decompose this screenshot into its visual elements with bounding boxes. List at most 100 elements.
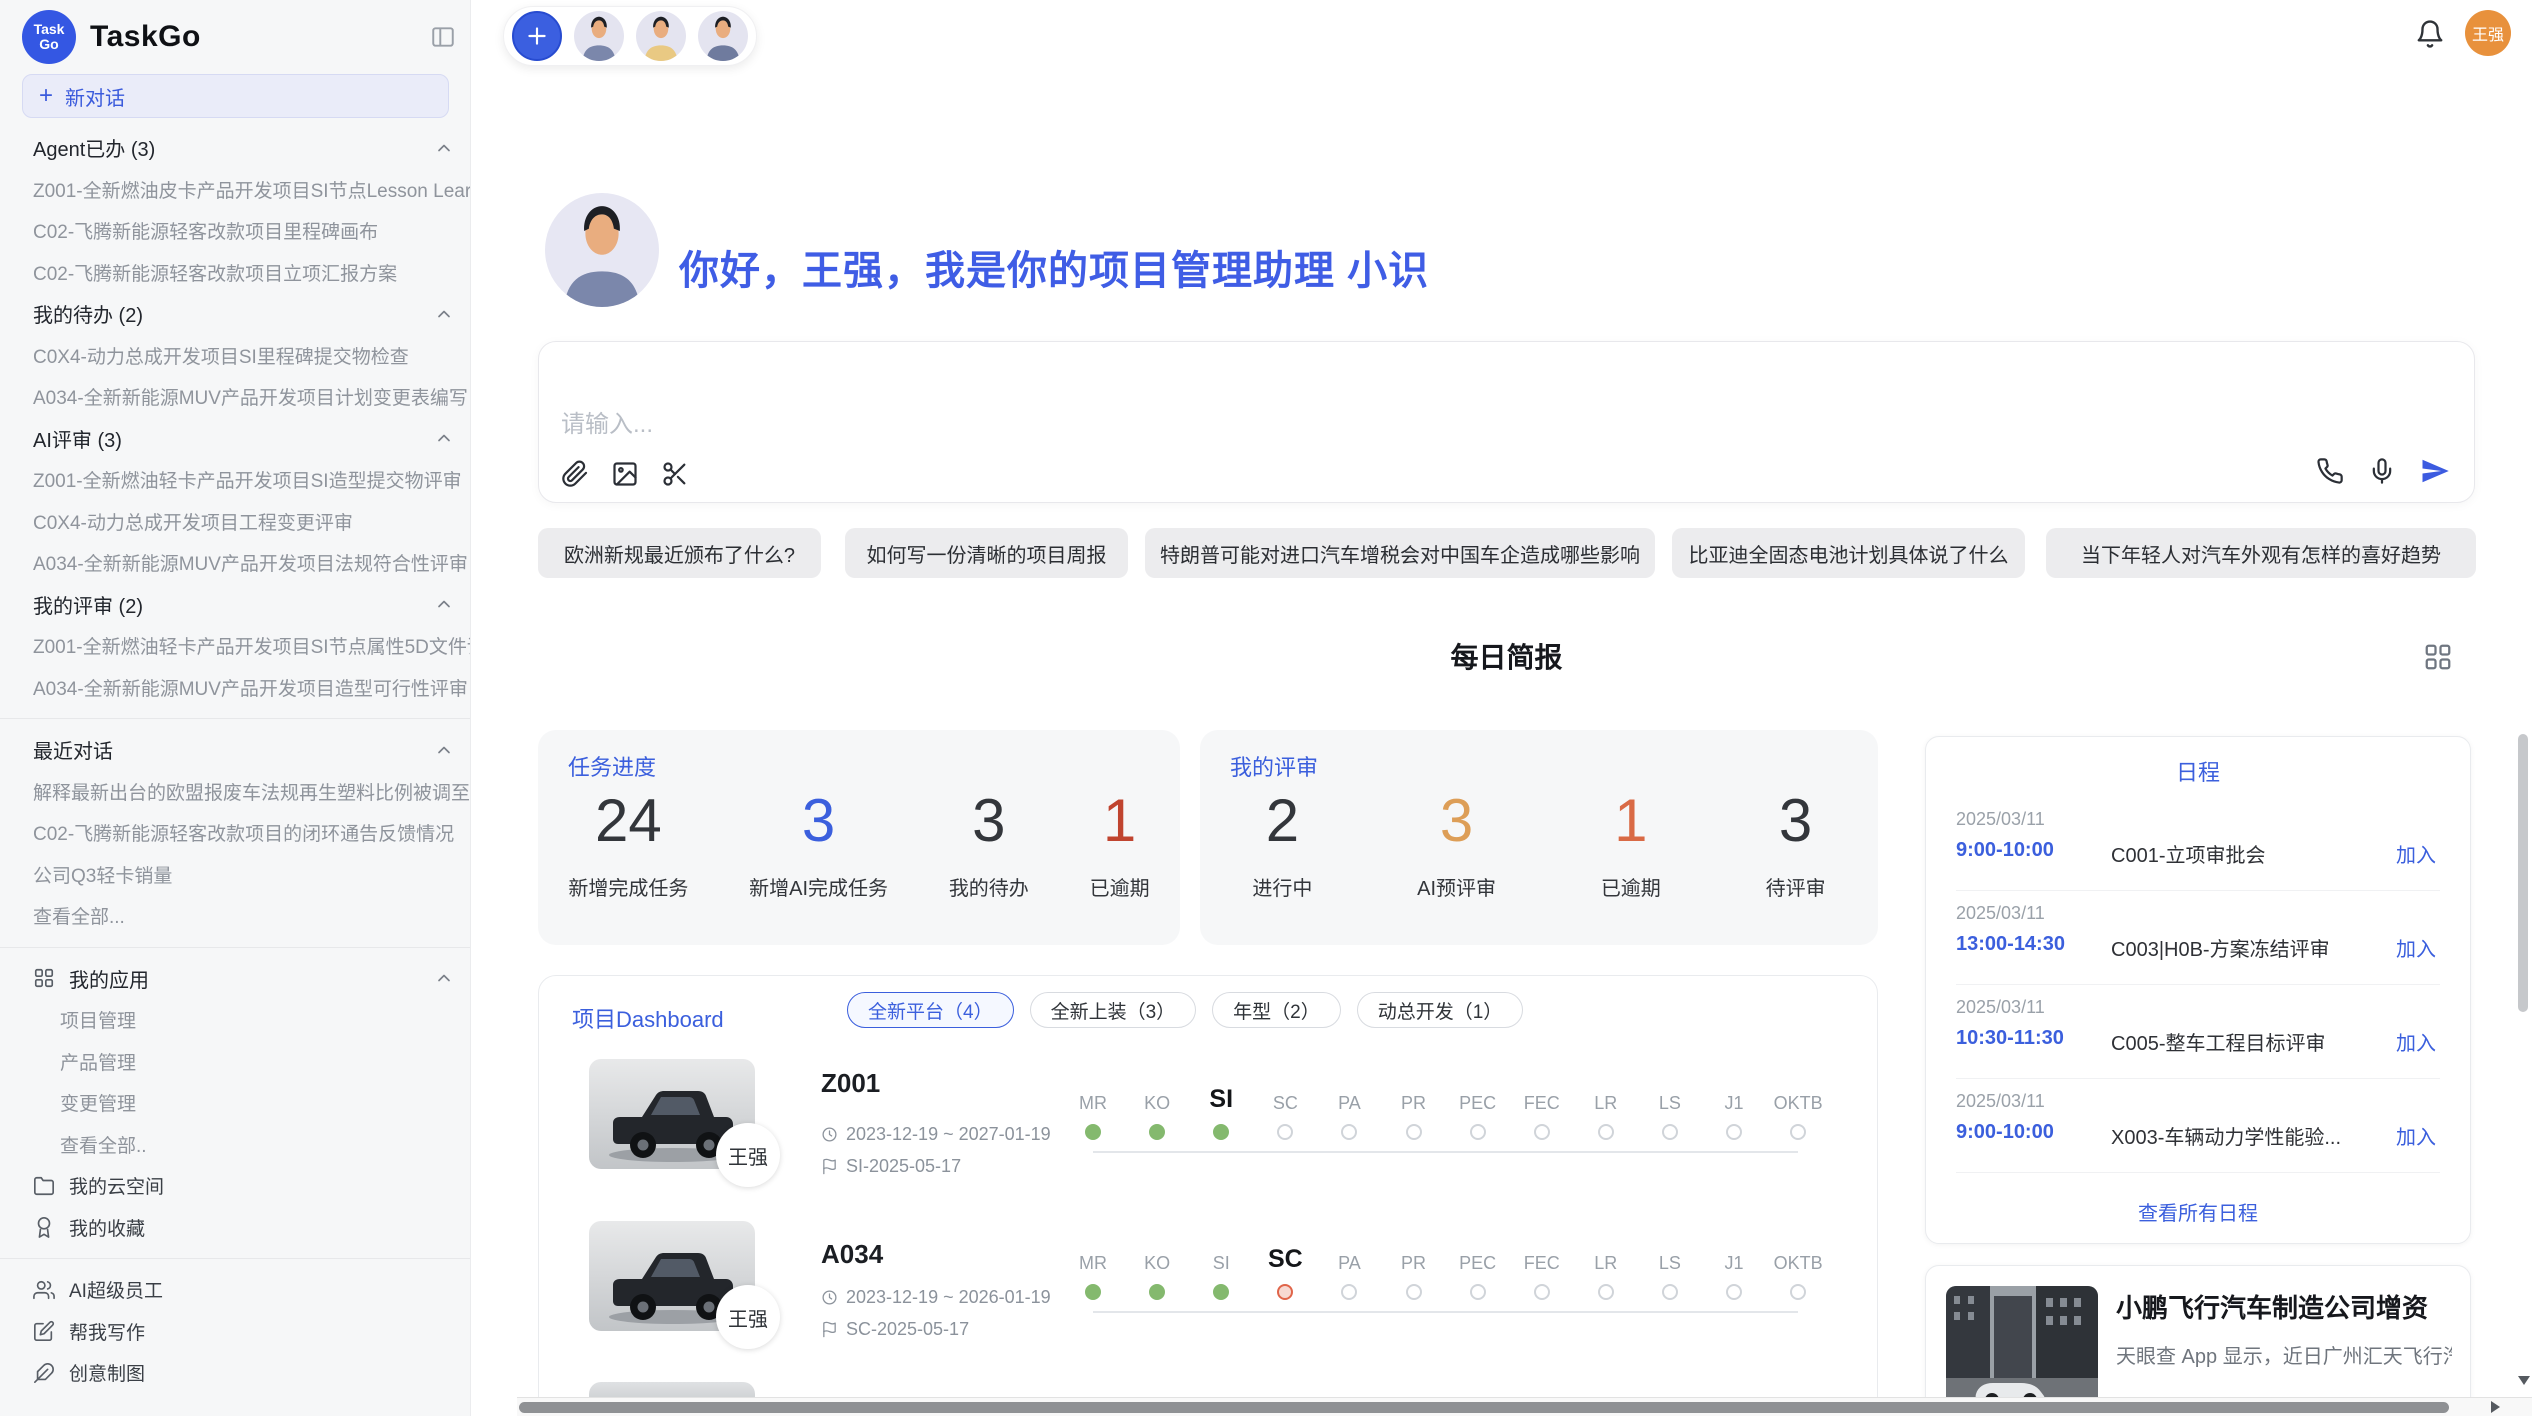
stat: 1已逾期	[1090, 788, 1150, 901]
news-card[interactable]: 小鹏飞行汽车制造公司增资 天眼查 App 显示，近日广州汇天飞行汽	[1925, 1265, 2471, 1416]
app-logo: Task Go	[22, 10, 76, 64]
tab-all-new-platform[interactable]: 全新平台（4）	[847, 992, 1014, 1028]
notification-bell-icon[interactable]	[2415, 19, 2445, 54]
project-code[interactable]: A034	[821, 1239, 883, 1270]
schedule-time: 9:00-10:00	[1956, 1121, 2054, 1144]
horizontal-scrollbar-thumb[interactable]	[519, 1402, 2449, 1413]
list-item[interactable]: C02-飞腾新能源轻客改款项目立项汇报方案	[0, 252, 470, 294]
list-item[interactable]: 公司Q3轻卡销量	[0, 854, 470, 896]
plus-icon	[524, 23, 550, 49]
suggestion-chip[interactable]: 如何写一份清晰的项目周报	[845, 528, 1128, 578]
section-my-apps[interactable]: 我的应用	[0, 958, 470, 1000]
sidebar-item-favorites[interactable]: 我的收藏	[0, 1207, 470, 1249]
avatar[interactable]	[574, 11, 624, 61]
sidebar-item-product-mgmt[interactable]: 产品管理	[0, 1041, 470, 1083]
chevron-up-icon[interactable]	[434, 740, 454, 760]
schedule-time: 9:00-10:00	[1956, 839, 2054, 862]
avatar[interactable]	[698, 11, 748, 61]
avatar[interactable]	[636, 11, 686, 61]
list-item[interactable]: Z001-全新燃油皮卡产品开发项目SI节点Lesson Learn报告	[0, 169, 470, 211]
chevron-up-icon[interactable]	[434, 594, 454, 614]
join-link[interactable]: 加入	[2396, 1027, 2436, 1056]
list-item[interactable]: Z001-全新燃油轻卡产品开发项目SI造型提交物评审	[0, 459, 470, 501]
schedule-row: 2025/03/11 13:00-14:30 C003|H0B-方案冻结评审 加…	[1926, 891, 2470, 985]
suggestion-chip[interactable]: 当下年轻人对汽车外观有怎样的喜好趋势	[2046, 528, 2476, 578]
project-node: SI-2025-05-17	[821, 1156, 961, 1177]
project-owner-badge: 王强	[716, 1285, 780, 1349]
chat-input[interactable]: 请输入...	[538, 341, 2475, 503]
horizontal-scrollbar[interactable]	[517, 1397, 2532, 1416]
chevron-up-icon[interactable]	[434, 428, 454, 448]
tab-year-model[interactable]: 年型（2）	[1212, 992, 1341, 1028]
section-my-review[interactable]: 我的评审 (2)	[0, 584, 470, 626]
user-avatar[interactable]: 王强	[2465, 10, 2511, 56]
milestone: PR	[1381, 1076, 1445, 1140]
sidebar-item-creative-drawing[interactable]: 创意制图	[0, 1352, 470, 1394]
flag-icon	[821, 1321, 838, 1338]
list-item[interactable]: A034-全新新能源MUV产品开发项目造型可行性评审	[0, 667, 470, 709]
schedule-date: 2025/03/11	[1956, 997, 2045, 1018]
plus-icon: +	[39, 82, 53, 110]
join-link[interactable]: 加入	[2396, 839, 2436, 868]
section-ai-review[interactable]: AI评审 (3)	[0, 418, 470, 460]
chevron-up-icon[interactable]	[434, 968, 454, 988]
suggestion-chip[interactable]: 欧洲新规最近颁布了什么?	[538, 528, 821, 578]
list-item[interactable]: A034-全新新能源MUV产品开发项目法规符合性评审	[0, 542, 470, 584]
view-all-schedule-link[interactable]: 查看所有日程	[1926, 1197, 2470, 1226]
schedule-time: 10:30-11:30	[1956, 1027, 2064, 1050]
milestone: OKTB	[1766, 1236, 1830, 1300]
scroll-down-arrow[interactable]	[2518, 1376, 2530, 1385]
section-recent-chats[interactable]: 最近对话	[0, 729, 470, 771]
milestone: PA	[1317, 1076, 1381, 1140]
layout-grid-icon[interactable]	[2423, 642, 2453, 677]
vertical-scrollbar[interactable]	[2518, 734, 2530, 1394]
sidebar-item-change-mgmt[interactable]: 变更管理	[0, 1082, 470, 1124]
join-link[interactable]: 加入	[2396, 933, 2436, 962]
list-item[interactable]: C0X4-动力总成开发项目SI里程碑提交物检查	[0, 335, 470, 377]
sidebar-item-project-mgmt[interactable]: 项目管理	[0, 999, 470, 1041]
project-code[interactable]: Z001	[821, 1068, 880, 1099]
phone-icon[interactable]	[2316, 457, 2344, 485]
attachment-icon[interactable]	[561, 460, 589, 488]
main-area: 王强 你好，王强，我是你的项目管理助理 小识 请输入... 欧洲新规最近颁布了什…	[471, 0, 2532, 1416]
add-session-button[interactable]	[512, 11, 562, 61]
tab-powertrain-dev[interactable]: 动总开发（1）	[1357, 992, 1524, 1028]
section-agent-done[interactable]: Agent已办 (3)	[0, 127, 470, 169]
suggestion-chip[interactable]: 比亚迪全固态电池计划具体说了什么	[1672, 528, 2025, 578]
suggestion-chip[interactable]: 特朗普可能对进口汽车增税会对中国车企造成哪些影响	[1145, 528, 1655, 578]
apps-view-all[interactable]: 查看全部..	[0, 1124, 470, 1166]
milestone: J1	[1702, 1076, 1766, 1140]
milestone: FEC	[1510, 1076, 1574, 1140]
join-link[interactable]: 加入	[2396, 1121, 2436, 1150]
my-review-card: 我的评审 2进行中 3AI预评审 1已逾期 3待评审	[1200, 730, 1878, 945]
divider	[0, 1258, 470, 1259]
chevron-up-icon[interactable]	[434, 138, 454, 158]
image-upload-icon[interactable]	[611, 460, 639, 488]
chevron-up-icon[interactable]	[434, 304, 454, 324]
list-item[interactable]: C02-飞腾新能源轻客改款项目里程碑画布	[0, 210, 470, 252]
list-item[interactable]: Z001-全新燃油轻卡产品开发项目SI节点属性5D文件评审	[0, 625, 470, 667]
apps-grid-icon	[33, 967, 55, 989]
scroll-right-arrow[interactable]	[2491, 1401, 2500, 1413]
vertical-scrollbar-thumb[interactable]	[2518, 734, 2528, 1012]
schedule-name: C005-整车工程目标评审	[2111, 1027, 2325, 1056]
new-chat-button[interactable]: + 新对话	[22, 74, 449, 118]
list-item[interactable]: C02-飞腾新能源轻客改款项目的闭环通告反馈情况	[0, 812, 470, 854]
milestone: MR	[1061, 1076, 1125, 1140]
list-item[interactable]: A034-全新新能源MUV产品开发项目计划变更表编写	[0, 376, 470, 418]
send-icon[interactable]	[2420, 456, 2450, 486]
tab-all-new-body[interactable]: 全新上装（3）	[1030, 992, 1197, 1028]
section-my-todo[interactable]: 我的待办 (2)	[0, 293, 470, 335]
sidebar-item-help-writing[interactable]: 帮我写作	[0, 1311, 470, 1353]
mic-icon[interactable]	[2368, 457, 2396, 485]
sidebar-collapse-icon[interactable]	[430, 24, 456, 50]
sidebar-item-ai-super-staff[interactable]: AI超级员工	[0, 1269, 470, 1311]
recent-view-all[interactable]: 查看全部...	[0, 895, 470, 937]
sidebar-item-cloud-space[interactable]: 我的云空间	[0, 1165, 470, 1207]
greeting-text: 你好，王强，我是你的项目管理助理 小识	[679, 238, 1429, 296]
divider	[0, 718, 470, 719]
list-item[interactable]: 解释最新出台的欧盟报废车法规再生塑料比例被调至15%...	[0, 771, 470, 813]
list-item[interactable]: C0X4-动力总成开发项目工程变更评审	[0, 501, 470, 543]
daily-briefing-title: 每日简报	[538, 636, 2475, 676]
scissors-icon[interactable]	[661, 460, 689, 488]
